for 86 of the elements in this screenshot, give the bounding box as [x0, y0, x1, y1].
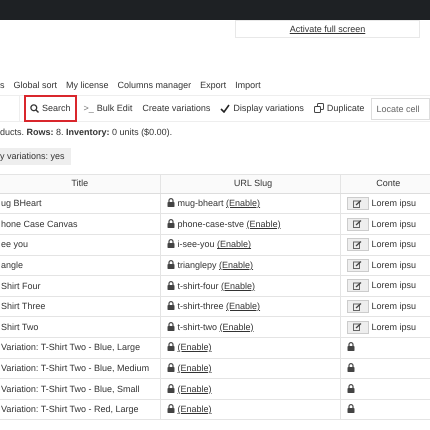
lock-icon	[166, 218, 174, 228]
lock-icon	[346, 384, 354, 393]
slug-text: trianglepy	[178, 260, 218, 270]
column-header[interactable]: Title	[0, 174, 160, 194]
edit-icon	[353, 261, 362, 270]
edit-icon	[353, 200, 362, 208]
content-text: Lorem ipsu	[372, 322, 416, 332]
edit-icon	[353, 302, 362, 311]
edit-icon	[353, 220, 362, 228]
lock-icon	[166, 342, 174, 352]
lock-icon	[166, 322, 174, 331]
slug-text: mug-bheart	[178, 198, 225, 208]
menu-item[interactable]: Columns manager	[118, 80, 192, 90]
enable-link[interactable]: (Enable)	[178, 362, 212, 373]
edit-button[interactable]	[346, 258, 368, 272]
enable-link[interactable]: (Enable)	[246, 218, 281, 229]
content-text: Lorem ipsu	[372, 280, 416, 290]
table-cell: hone Case Canvas	[0, 214, 160, 234]
column-header[interactable]: URL Slug	[160, 174, 340, 194]
edit-button[interactable]	[346, 320, 368, 334]
lock-icon	[346, 342, 354, 352]
table-cell: ee you	[0, 234, 160, 256]
content-text: Lorem ipsu	[372, 198, 416, 208]
edit-button[interactable]	[346, 238, 368, 252]
enable-link[interactable]: (Enable)	[226, 301, 260, 312]
summary-text: ducts. Rows: 8. Inventory: 0 units ($0.00).	[0, 127, 174, 139]
lock-icon	[346, 362, 354, 372]
table-cell: Shirt Four	[0, 276, 160, 296]
lock-icon	[166, 260, 174, 269]
table-cell: ug BHeart	[0, 193, 160, 214]
slug-text: t-shirt-four	[178, 280, 220, 291]
table-cell: Variation: T-Shirt Two - Blue, Large	[0, 337, 160, 358]
search-button[interactable]: Search	[24, 95, 77, 122]
enable-link[interactable]: (Enable)	[220, 322, 254, 332]
lock-icon	[166, 301, 174, 310]
lock-icon	[166, 362, 174, 372]
duplicate-icon	[314, 103, 324, 114]
menu-item[interactable]: Global sort	[14, 80, 58, 90]
enable-link[interactable]: (Enable)	[217, 239, 252, 250]
filter-chip[interactable]: y variations: yes	[0, 148, 71, 165]
content-text: Lorem ipsu	[372, 300, 416, 311]
lock-icon	[166, 198, 174, 208]
terminal-icon: >_	[84, 103, 94, 114]
slug-text: i-see-you	[178, 239, 216, 250]
content-text: Lorem ipsu	[372, 260, 416, 270]
content-text: Lorem ipsu	[372, 239, 416, 250]
edit-icon	[353, 282, 362, 290]
lock-icon	[166, 239, 174, 248]
table-cell: Shirt Three	[0, 296, 160, 317]
lock-icon	[166, 384, 174, 393]
enable-link[interactable]: (Enable)	[226, 198, 260, 208]
slug-text: phone-case-stve	[178, 218, 246, 229]
edit-button[interactable]	[346, 300, 368, 314]
edit-button[interactable]	[346, 279, 368, 292]
table-cell: angle	[0, 255, 160, 276]
edit-button[interactable]	[346, 218, 368, 231]
search-icon	[30, 104, 39, 113]
slug-text: t-shirt-three	[178, 301, 225, 312]
table-cell: Variation: T-Shirt Two - Blue, Medium	[0, 358, 160, 379]
table-cell: Variation: T-Shirt Two - Blue, Small	[0, 378, 160, 400]
column-header[interactable]: Conte	[340, 174, 430, 194]
table-cell: Variation: T-Shirt Two - Red, Large	[0, 399, 160, 420]
edit-icon	[353, 240, 362, 249]
toolbar-button[interactable]: >_ Bulk Edit	[80, 98, 136, 119]
menu-item[interactable]: Export	[200, 80, 226, 90]
edit-button[interactable]	[346, 197, 368, 210]
toolbar-button[interactable]: Display variations	[217, 98, 307, 119]
enable-link[interactable]: (Enable)	[178, 384, 212, 394]
enable-link[interactable]: (Enable)	[221, 280, 256, 291]
lock-icon	[346, 404, 354, 414]
enable-link[interactable]: (Enable)	[178, 342, 212, 352]
lock-icon	[166, 280, 174, 290]
toolbar-button[interactable]: Duplicate	[310, 98, 368, 119]
menu-item[interactable]: Import	[235, 80, 261, 90]
locate-field[interactable]: Locate cell	[371, 98, 430, 120]
menu-item[interactable]: s	[0, 80, 4, 90]
enable-link[interactable]: (Enable)	[219, 260, 254, 270]
table-cell: Shirt Two	[0, 316, 160, 338]
toolbar-button[interactable]: Create variations	[139, 98, 214, 119]
edit-icon	[353, 323, 362, 332]
menu-item[interactable]: My license	[66, 80, 109, 90]
content-text: Lorem ipsu	[372, 218, 416, 229]
lock-icon	[166, 404, 174, 414]
check-icon	[220, 104, 230, 113]
enable-link[interactable]: (Enable)	[178, 404, 212, 414]
slug-text: t-shirt-two	[178, 322, 218, 332]
